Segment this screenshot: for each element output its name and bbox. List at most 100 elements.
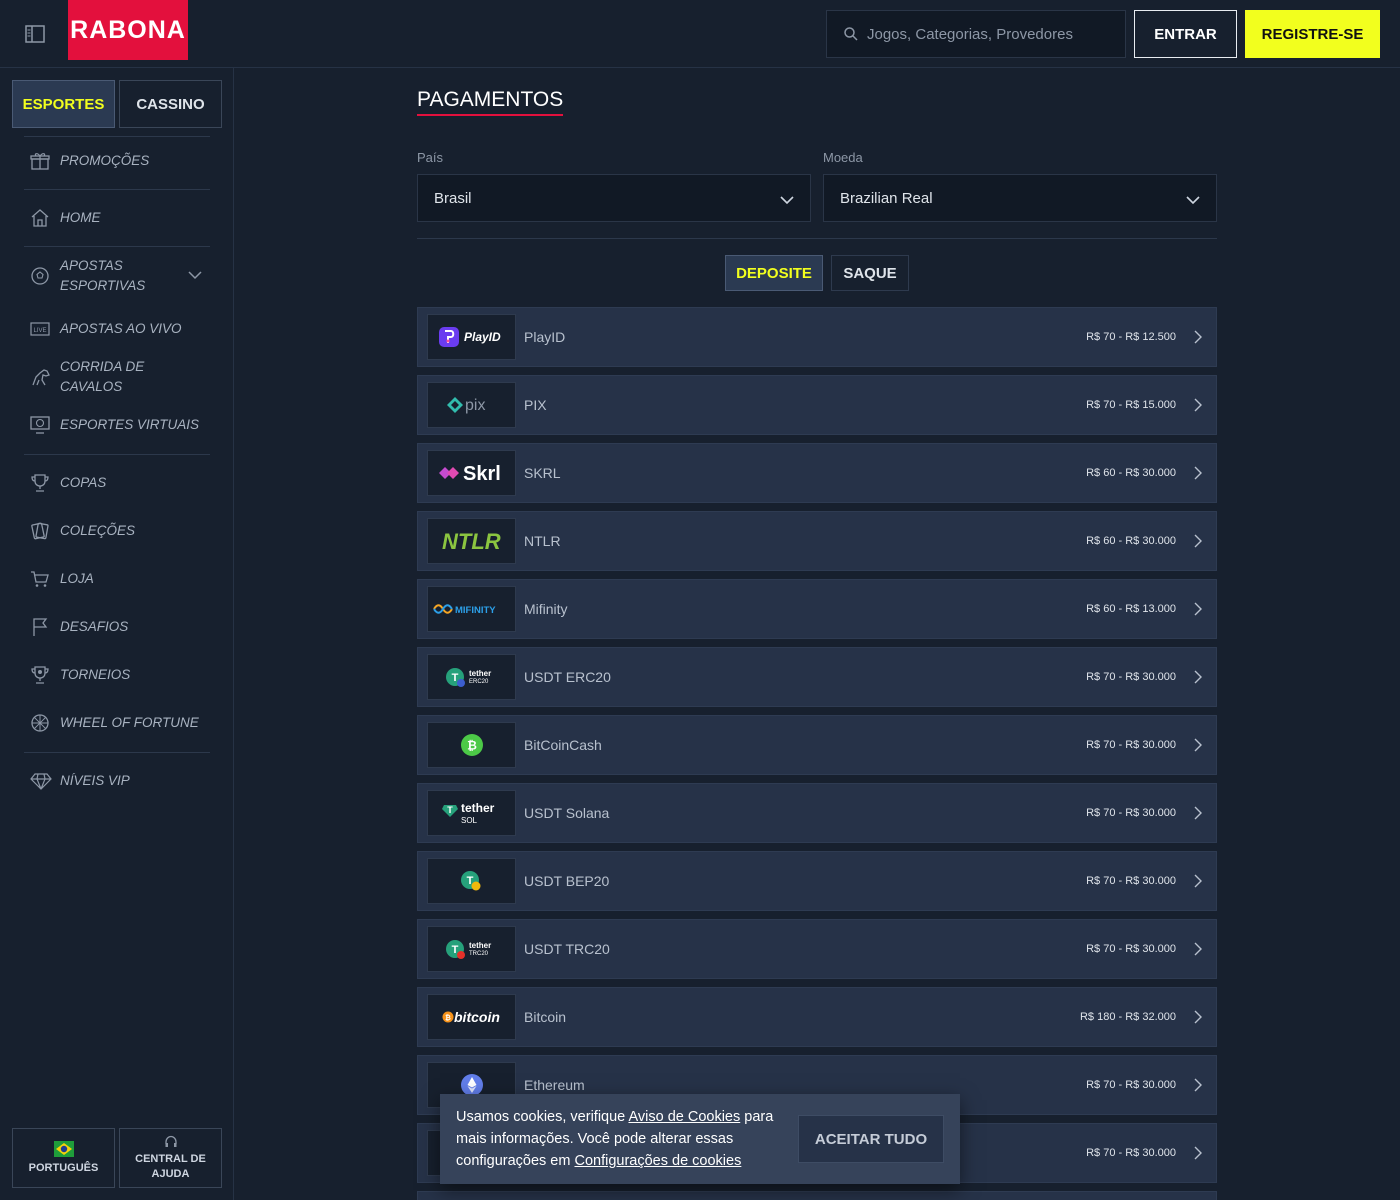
- cookie-notice-link[interactable]: Aviso de Cookies: [628, 1109, 740, 1125]
- chevron-right-icon: [1194, 466, 1202, 485]
- payment-method-row[interactable]: MIFINITY Mifinity R$ 60 - R$ 13.000: [417, 579, 1217, 639]
- login-button[interactable]: ENTRAR: [1134, 10, 1237, 58]
- payment-method-row[interactable]: ₿ BitCoinCash R$ 70 - R$ 30.000: [417, 715, 1217, 775]
- svg-text:T: T: [447, 805, 453, 815]
- svg-text:pix: pix: [465, 397, 485, 414]
- pix-logo: pix: [427, 382, 516, 428]
- tab-deposite[interactable]: DEPOSITE: [725, 255, 823, 291]
- payment-method-row[interactable]: [417, 1191, 1217, 1200]
- accept-all-cookies-button[interactable]: ACEITAR TUDO: [798, 1115, 944, 1163]
- sidebar-item-corrida-de-cavalos[interactable]: CORRIDA DE CAVALOS: [24, 353, 210, 401]
- diamond-icon: [24, 772, 60, 790]
- mifinity-logo: MIFINITY: [427, 586, 516, 632]
- skrill-logo: Skrl: [427, 450, 516, 496]
- tether-bep20-logo: T: [427, 858, 516, 904]
- cart-icon: [24, 569, 60, 589]
- svg-text:tether: tether: [469, 669, 491, 678]
- gift-icon: [24, 151, 60, 171]
- sidebar-item-wheel-of-fortune[interactable]: WHEEL OF FORTUNE: [24, 699, 210, 747]
- sidebar-item-promocoes[interactable]: PROMOÇÕES: [24, 137, 210, 185]
- live-icon: LIVE: [24, 322, 60, 336]
- currency-select[interactable]: Brazilian Real: [823, 174, 1217, 222]
- svg-text:PlayID: PlayID: [464, 330, 501, 344]
- payment-method-row[interactable]: Ttether SOL USDT Solana R$ 70 - R$ 30.000: [417, 783, 1217, 843]
- svg-text:LIVE: LIVE: [33, 328, 46, 334]
- payment-methods-list: PlayID PlayID R$ 70 - R$ 12.500 pix PIX …: [417, 307, 1217, 1200]
- svg-text:SOL: SOL: [461, 816, 478, 825]
- svg-text:TRC20: TRC20: [469, 951, 489, 957]
- sidebar-item-colecoes[interactable]: COLEÇÕES: [24, 507, 210, 555]
- payment-method-row[interactable]: ₿ bitcoin Bitcoin R$ 180 - R$ 32.000: [417, 987, 1217, 1047]
- language-button[interactable]: PORTUGUÊS: [12, 1128, 115, 1188]
- sidebar-item-apostas-ao-vivo[interactable]: LIVE APOSTAS AO VIVO: [24, 305, 210, 353]
- payment-method-row[interactable]: Ttether TRC20 USDT TRC20 R$ 70 - R$ 30.00…: [417, 919, 1217, 979]
- currency-label: Moeda: [823, 150, 863, 165]
- payment-method-row[interactable]: NTLR NTLR R$ 60 - R$ 30.000: [417, 511, 1217, 571]
- svg-text:₿: ₿: [445, 1014, 451, 1022]
- country-select[interactable]: Brasil: [417, 174, 811, 222]
- chevron-down-icon[interactable]: [188, 267, 202, 285]
- playid-logo: PlayID: [427, 314, 516, 360]
- bitcoin-logo: ₿ bitcoin: [427, 994, 516, 1040]
- cookie-text: Usamos cookies, verifique Aviso de Cooki…: [456, 1109, 774, 1169]
- soccer-ball-icon: [24, 266, 60, 286]
- chevron-right-icon: [1194, 806, 1202, 825]
- help-center-button[interactable]: CENTRAL DE AJUDA: [119, 1128, 222, 1188]
- brazil-flag-icon: [53, 1140, 74, 1157]
- chevron-right-icon: [1194, 330, 1202, 349]
- trophy-icon: [24, 473, 60, 493]
- tether-erc20-logo: Ttether ERC20: [427, 654, 516, 700]
- headset-icon: [164, 1135, 177, 1147]
- chevron-right-icon: [1194, 738, 1202, 757]
- tether-sol-logo: Ttether SOL: [427, 790, 516, 836]
- sidebar-item-apostas-esportivas[interactable]: APOSTAS ESPORTIVAS: [24, 247, 210, 305]
- sidebar-item-niveis-vip[interactable]: NÍVEIS VIP: [24, 757, 210, 805]
- search-icon: [844, 27, 858, 41]
- chevron-right-icon: [1194, 942, 1202, 961]
- payment-method-row[interactable]: Ttether ERC20 USDT ERC20 R$ 70 - R$ 30.00…: [417, 647, 1217, 707]
- chevron-right-icon: [1194, 874, 1202, 893]
- bitcoin-cash-logo: ₿: [427, 722, 516, 768]
- cookie-banner: Usamos cookies, verifique Aviso de Cooki…: [440, 1094, 960, 1184]
- sidebar: ESPORTES CASSINO PROMOÇÕES HOME APOSTAS …: [0, 68, 234, 1200]
- sidebar-item-home[interactable]: HOME: [24, 194, 210, 242]
- chevron-right-icon: [1194, 670, 1202, 689]
- home-icon: [24, 208, 60, 228]
- chevron-right-icon: [1194, 534, 1202, 553]
- sidebar-item-copas[interactable]: COPAS: [24, 459, 210, 507]
- chevron-right-icon: [1194, 1010, 1202, 1029]
- register-button[interactable]: REGISTRE-SE: [1245, 10, 1380, 58]
- top-header: RABONA ENTRAR REGISTRE-SE: [0, 0, 1400, 68]
- sidebar-nav: PROMOÇÕES HOME APOSTAS ESPORTIVAS LIVE A…: [24, 136, 210, 805]
- payment-method-row[interactable]: pix PIX R$ 70 - R$ 15.000: [417, 375, 1217, 435]
- chevron-right-icon: [1194, 1078, 1202, 1097]
- search-input[interactable]: [867, 25, 1107, 43]
- payment-method-row[interactable]: T USDT BEP20 R$ 70 - R$ 30.000: [417, 851, 1217, 911]
- sidebar-item-loja[interactable]: LOJA: [24, 555, 210, 603]
- payment-method-row[interactable]: Skrl SKRL R$ 60 - R$ 30.000: [417, 443, 1217, 503]
- tab-cassino[interactable]: CASSINO: [119, 80, 222, 128]
- neteller-logo: NTLR: [427, 518, 516, 564]
- svg-text:tether: tether: [469, 941, 491, 950]
- flag-icon: [24, 617, 60, 637]
- chevron-down-icon: [780, 192, 794, 209]
- sidebar-toggle-icon[interactable]: [24, 23, 46, 45]
- search-box[interactable]: [826, 10, 1126, 58]
- svg-text:bitcoin: bitcoin: [454, 1009, 500, 1025]
- sidebar-item-esportes-virtuais[interactable]: ESPORTES VIRTUAIS: [24, 401, 210, 449]
- svg-text:₿: ₿: [467, 739, 477, 753]
- sidebar-item-torneios[interactable]: TORNEIOS: [24, 651, 210, 699]
- svg-text:NTLR: NTLR: [442, 529, 501, 554]
- chevron-right-icon: [1194, 602, 1202, 621]
- tab-saque[interactable]: SAQUE: [831, 255, 909, 291]
- sidebar-item-desafios[interactable]: DESAFIOS: [24, 603, 210, 651]
- divider: [417, 238, 1217, 239]
- wheel-icon: [24, 713, 60, 733]
- cards-icon: [24, 521, 60, 541]
- payment-method-row[interactable]: PlayID PlayID R$ 70 - R$ 12.500: [417, 307, 1217, 367]
- chevron-right-icon: [1194, 1146, 1202, 1165]
- cookie-settings-link[interactable]: Configurações de cookies: [574, 1153, 741, 1169]
- rabona-logo[interactable]: RABONA: [68, 0, 188, 60]
- tab-esportes[interactable]: ESPORTES: [12, 80, 115, 128]
- tether-trc20-logo: Ttether TRC20: [427, 926, 516, 972]
